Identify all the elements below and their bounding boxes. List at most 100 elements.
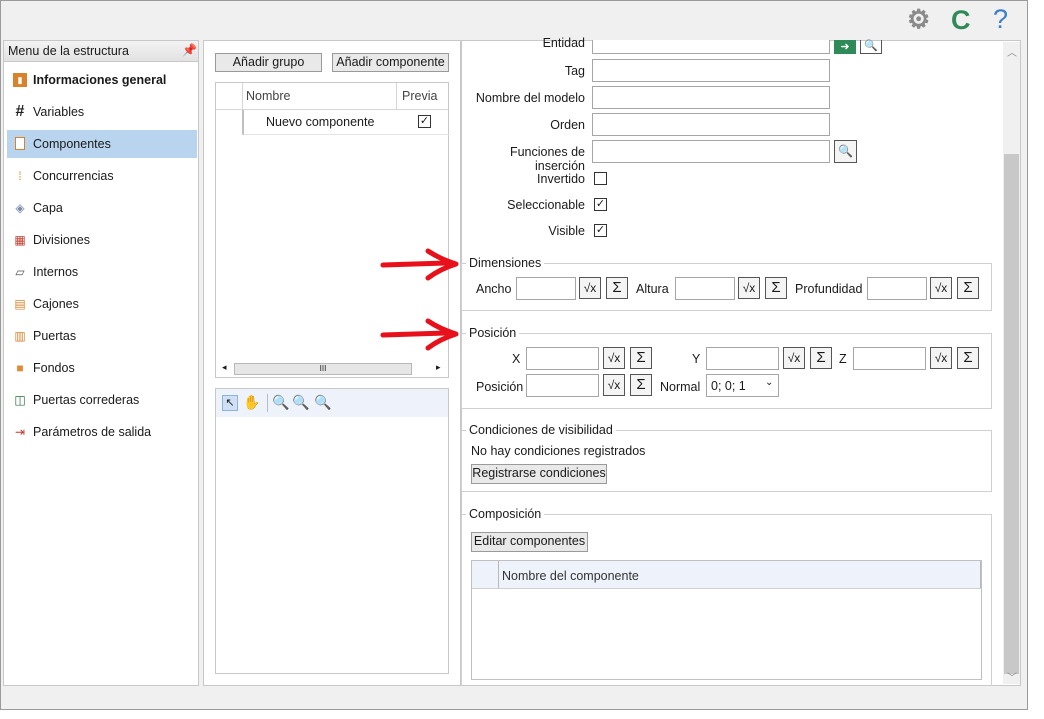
z-field[interactable] [853,347,926,370]
row-name[interactable]: Nuevo componente [266,115,374,129]
menu-item-concurrencias[interactable]: ⁞ Concurrencias [7,162,197,190]
menu-item-puertas-correderas[interactable]: ◫ Puertas correderas [7,386,197,414]
sigma-icon[interactable]: Σ [765,277,787,299]
sigma-icon[interactable]: Σ [630,347,652,369]
red-arrow-annotation [380,248,459,281]
layers-icon: ◈ [15,201,25,215]
inverted-checkbox[interactable] [594,172,607,185]
column-header-nombre[interactable]: Nombre [246,89,290,103]
menu-item-puertas[interactable]: ▥ Puertas [7,322,197,350]
tag-field[interactable] [592,59,830,82]
output-params-icon: ⇥ [14,425,26,439]
menu-item-label: Internos [33,265,79,279]
model-name-field[interactable] [592,86,830,109]
zoom-in-icon[interactable]: 🔍 [272,394,289,411]
menu-title: Menu de la estructura [8,44,129,58]
title-bar: ⚙ C ? [1,1,1027,39]
insert-functions-label: Funciones de inserción [509,145,585,173]
vertical-scrollbar[interactable]: ︿ ﹀ [1003,42,1020,684]
column-header-previa[interactable]: Previa [402,89,437,103]
sigma-icon[interactable]: Σ [957,277,979,299]
add-group-button[interactable]: Añadir grupo [215,53,322,72]
chevron-down-icon: ⌄ [765,377,774,388]
component-icon [15,137,25,150]
formula-sqrt-icon[interactable]: √x [783,347,805,369]
preview-panel: ↖ ✋ 🔍 🔍 🔍 [215,388,449,674]
column-header-component-name[interactable]: Nombre del componente [502,569,639,583]
edit-components-button[interactable]: Editar componentes [471,532,588,552]
menu-item-variables[interactable]: # Variables [7,98,197,126]
formula-sqrt-icon[interactable]: √x [603,374,625,396]
model-name-label: Nombre del modelo [475,91,585,105]
zoom-region-icon[interactable]: 🔍 [292,394,309,411]
insert-functions-field[interactable] [592,140,830,163]
scroll-down-arrow[interactable]: ﹀ [1007,669,1017,684]
width-field[interactable] [516,277,576,300]
visible-label: Visible [548,224,585,238]
y-field[interactable] [706,347,779,370]
menu-item-label: Fondos [33,361,75,375]
entidad-field[interactable] [592,40,830,54]
internals-icon: ▱ [15,265,25,279]
hash-icon: # [15,103,25,120]
formula-sqrt-icon[interactable]: √x [930,347,952,369]
add-component-button[interactable]: Añadir componente [332,53,449,72]
zoom-fit-icon[interactable]: 🔍 [314,394,331,411]
scroll-thumb[interactable]: III [234,363,412,375]
scroll-left-arrow[interactable]: ◂ [222,362,227,373]
position-field[interactable] [526,374,599,397]
register-conditions-button[interactable]: Registrarse condiciones [471,464,607,484]
help-icon[interactable]: ? [993,4,1008,35]
search-icon[interactable]: 🔍 [860,40,882,54]
composition-table: Nombre del componente [471,560,982,680]
menu-item-label: Cajones [33,297,79,311]
selectable-checkbox[interactable]: ✓ [594,198,607,211]
height-field[interactable] [675,277,735,300]
menu-item-divisiones[interactable]: ▦ Divisiones [7,226,197,254]
menu-item-internos[interactable]: ▱ Internos [7,258,197,286]
arrow-right-icon[interactable]: ➜ [834,40,856,54]
menu-item-componentes[interactable]: Componentes [7,130,197,158]
formula-sqrt-icon[interactable]: √x [930,277,952,299]
scroll-thumb[interactable] [1004,154,1019,674]
menu-header: Menu de la estructura 📌 [4,41,198,62]
menu-item-label: Componentes [33,137,111,151]
gear-icon[interactable]: ⚙ [907,4,930,35]
menu-item-label: Concurrencias [33,169,114,183]
pin-icon[interactable]: 📌 [182,43,197,57]
x-field[interactable] [526,347,599,370]
order-field[interactable] [592,113,830,136]
width-label: Ancho [476,282,512,296]
sigma-icon[interactable]: Σ [957,347,979,369]
pan-hand-icon[interactable]: ✋ [243,394,260,411]
visible-checkbox[interactable]: ✓ [594,224,607,237]
position-title: Posición [466,326,520,340]
depth-field[interactable] [867,277,927,300]
menu-item-fondos[interactable]: ■ Fondos [7,354,197,382]
menu-item-label: Puertas [33,329,77,343]
table-row[interactable]: Nuevo componente ✓ [242,110,450,135]
formula-sqrt-icon[interactable]: √x [579,277,601,299]
sigma-icon[interactable]: Σ [630,374,652,396]
menu-item-capa[interactable]: ◈ Capa [7,194,197,222]
search-icon[interactable]: 🔍 [834,140,857,163]
preview-checkbox[interactable]: ✓ [418,115,431,128]
menu-item-label: Divisiones [33,233,90,247]
menu-item-parametros-salida[interactable]: ⇥ Parámetros de salida [7,418,197,446]
menu-item-cajones[interactable]: ▤ Cajones [7,290,197,318]
grid-header: Nombre Previa [216,83,448,110]
horizontal-scrollbar[interactable]: ◂ III ▸ [220,362,444,376]
select-pointer-icon[interactable]: ↖ [222,395,238,411]
sigma-icon[interactable]: Σ [606,277,628,299]
doors-icon: ▥ [14,329,26,343]
scroll-right-arrow[interactable]: ▸ [436,362,441,373]
menu-item-informaciones[interactable]: ▮ Informaciones general [7,66,197,94]
formula-sqrt-icon[interactable]: √x [603,347,625,369]
refresh-icon[interactable]: C [951,5,971,36]
scroll-up-arrow[interactable]: ︿ [1007,44,1017,59]
height-label: Altura [636,282,669,296]
divisions-icon: ▦ [14,233,26,247]
normal-select[interactable]: 0; 0; 1 ⌄ [706,374,779,397]
sigma-icon[interactable]: Σ [810,347,832,369]
formula-sqrt-icon[interactable]: √x [738,277,760,299]
